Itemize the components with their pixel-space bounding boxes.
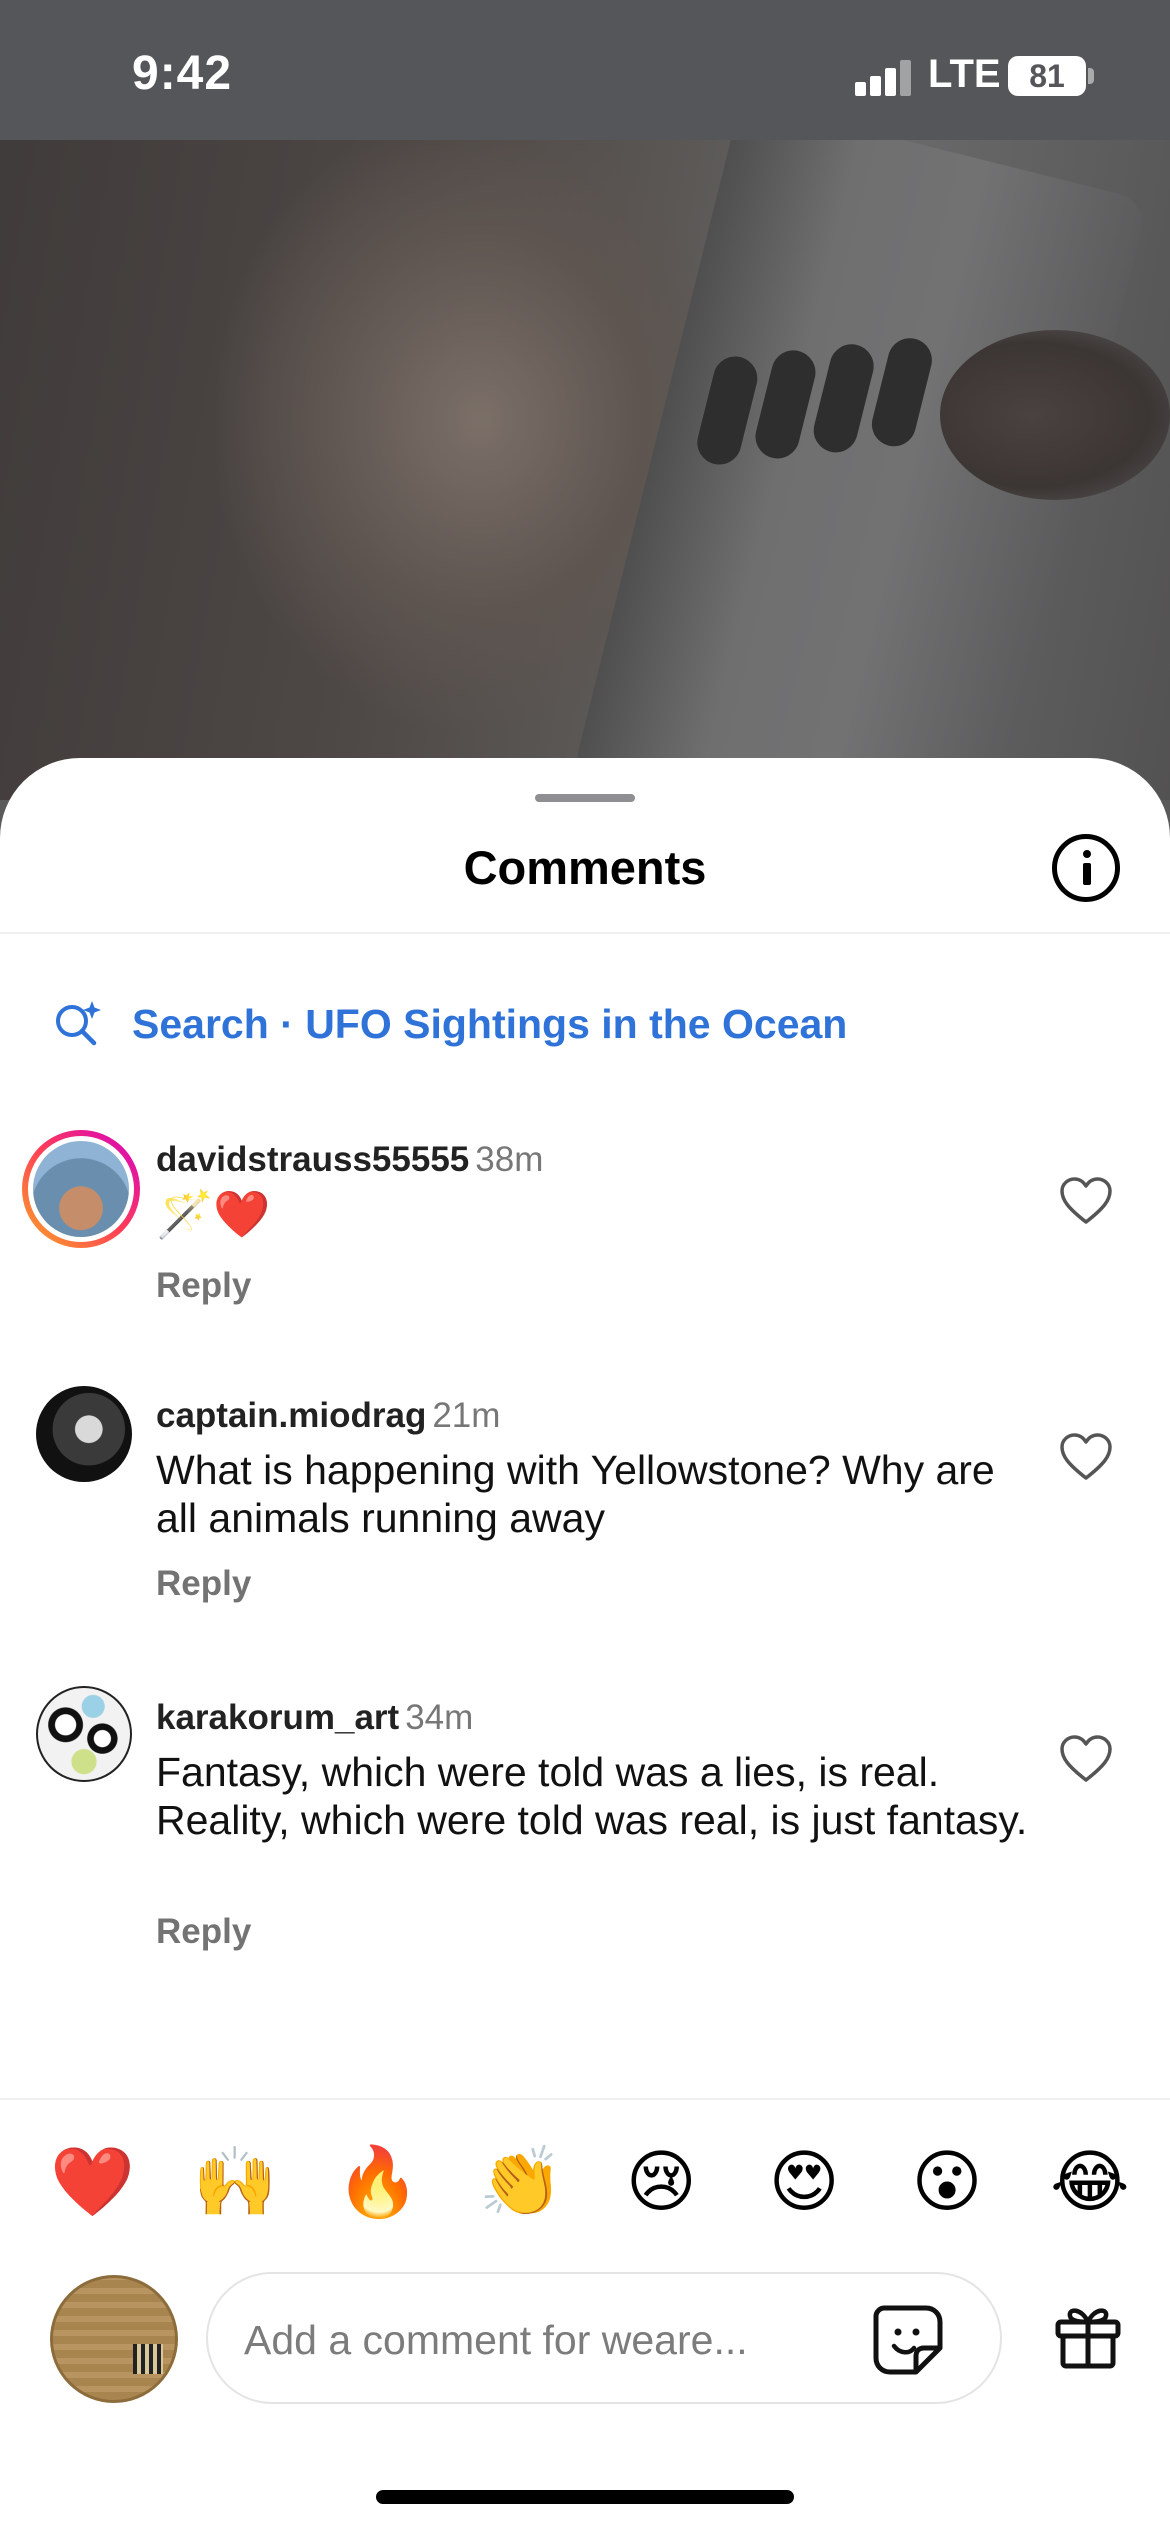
heart-outline-icon[interactable] (1058, 1432, 1114, 1482)
finger-in-video (940, 330, 1170, 500)
reaction-heart[interactable]: ❤️ (50, 2142, 135, 2222)
sheet-title: Comments (463, 841, 707, 894)
home-indicator[interactable] (376, 2490, 794, 2504)
heart-outline-icon[interactable] (1058, 1734, 1114, 1784)
current-user-avatar (50, 2275, 178, 2403)
qr-code (133, 2344, 163, 2374)
reply-button[interactable]: Reply (156, 1564, 251, 1604)
comment-username[interactable]: davidstrauss55555 (156, 1140, 469, 1179)
avatar (33, 1141, 129, 1237)
reaction-crying[interactable]: 😢 (621, 2142, 701, 2222)
heart-outline-icon[interactable] (1058, 1176, 1114, 1226)
quick-reactions: ❤️ 🙌 🔥 👏 😢 😍 😮 😂 (50, 2142, 1130, 2222)
comment-item: karakorum_art 34m Fantasy, which were tol… (0, 1686, 1170, 1951)
reaction-clap[interactable]: 👏 (479, 2142, 564, 2222)
clock: 9:42 (132, 47, 233, 100)
screen: 9:42 LTE 81 Comments Search · UFO Sighti… (0, 0, 1170, 2532)
search-suggestion[interactable]: Search · UFO Sightings in the Ocean (52, 994, 847, 1054)
status-bar: 9:42 LTE 81 (0, 0, 1170, 140)
comment-item: captain.miodrag 21m What is happening wit… (0, 1384, 1170, 1603)
comment-text: What is happening with Yellowstone? Why … (156, 1447, 995, 1541)
avatar[interactable] (36, 1386, 132, 1482)
comment-time: 21m (432, 1396, 501, 1435)
reaction-raising-hands[interactable]: 🙌 (193, 2142, 278, 2222)
comment-username[interactable]: karakorum_art (156, 1698, 399, 1737)
reaction-laughing[interactable]: 😂 (1050, 2142, 1130, 2222)
reaction-heart-eyes[interactable]: 😍 (764, 2142, 844, 2222)
info-icon[interactable] (1052, 834, 1120, 902)
comment-time: 34m (405, 1698, 474, 1737)
avatar-story-ring[interactable] (22, 1130, 140, 1248)
signal-icon (855, 56, 915, 96)
comment-username[interactable]: captain.miodrag (156, 1396, 426, 1435)
reaction-fire[interactable]: 🔥 (336, 2142, 421, 2222)
divider (0, 2098, 1170, 2100)
battery-tip (1088, 68, 1094, 84)
reaction-surprised[interactable]: 😮 (907, 2142, 987, 2222)
comments-sheet: Comments Search · UFO Sightings in the O… (0, 758, 1170, 2532)
comment-input[interactable] (244, 2310, 804, 2370)
comment-time: 38m (475, 1140, 544, 1179)
comment-item: davidstrauss55555 38m 🪄❤️ Reply (0, 1128, 1170, 1308)
reply-button[interactable]: Reply (156, 1912, 251, 1952)
gift-icon[interactable] (1052, 2300, 1124, 2372)
battery-icon: 81 (1008, 56, 1086, 96)
sheet-grabber[interactable] (535, 794, 635, 802)
comment-input-container[interactable] (206, 2272, 1002, 2404)
avatar[interactable] (36, 1686, 132, 1782)
search-ai-icon (52, 999, 102, 1049)
sticker-icon[interactable] (870, 2302, 946, 2378)
divider (0, 932, 1170, 934)
network-type: LTE (928, 52, 1001, 96)
comment-text: Fantasy, which were told was a lies, is … (156, 1749, 1028, 1843)
search-suggestion-label: Search · UFO Sightings in the Ocean (132, 1000, 848, 1047)
comment-text: 🪄❤️ (156, 1188, 271, 1240)
reply-button[interactable]: Reply (156, 1266, 251, 1306)
